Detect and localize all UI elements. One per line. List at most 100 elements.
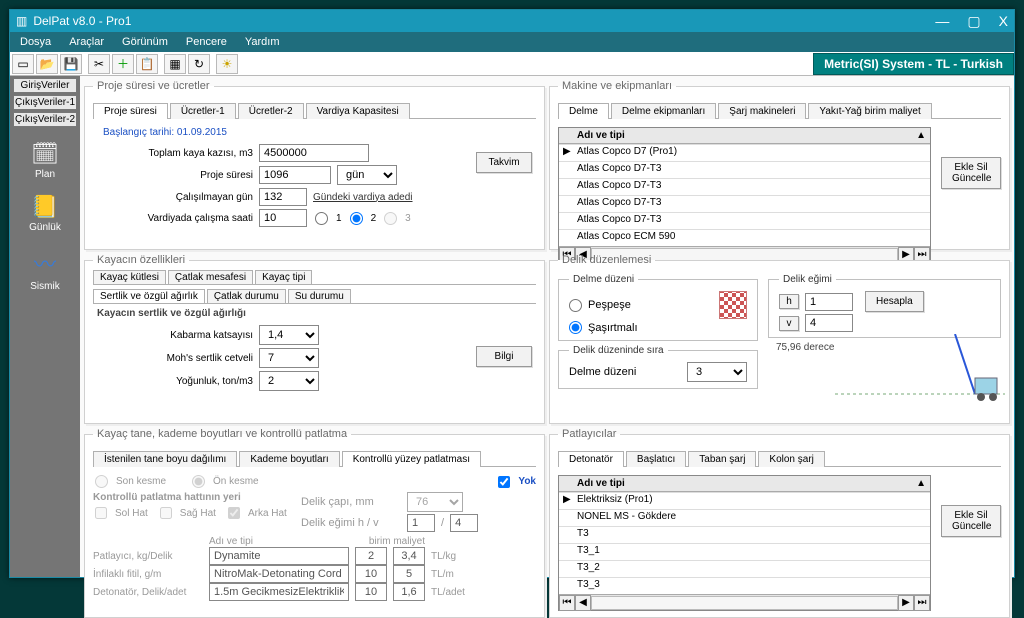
tab-kayac-tipi[interactable]: Kayaç tipi	[255, 270, 312, 284]
r3-name	[209, 583, 349, 601]
tb-new-icon[interactable]: ▭	[12, 54, 34, 74]
r2-a	[355, 565, 387, 583]
tab-proje-suresi[interactable]: Proje süresi	[93, 103, 168, 119]
ekle-sil-button[interactable]: Ekle Sil Güncelle	[941, 157, 1001, 189]
grid-row[interactable]: T3_2	[573, 561, 604, 577]
grid-row[interactable]: Atlas Copco D7-T3	[573, 162, 665, 178]
sidebar-item-sismik[interactable]: 〰 Sismik	[30, 247, 59, 292]
toplam-input[interactable]	[259, 144, 369, 162]
tb-table-icon[interactable]: ▦	[164, 54, 186, 74]
yok-checkbox[interactable]	[498, 476, 510, 488]
tab-kayac-kutlesi[interactable]: Kayaç kütlesi	[93, 270, 166, 284]
kabarma-select[interactable]: 1,4	[259, 325, 319, 345]
takvim-button[interactable]: Takvim	[476, 152, 532, 173]
v-button[interactable]: v	[779, 316, 799, 331]
machine-grid[interactable]: Adı ve tipi▲ ▶Atlas Copco D7 (Pro1) Atla…	[558, 127, 931, 263]
tab-catlak-durum[interactable]: Çatlak durumu	[207, 289, 286, 303]
sasirtmali-radio[interactable]	[569, 321, 582, 334]
delme-duzeni-select[interactable]: 3	[687, 362, 747, 382]
grid-row[interactable]: Atlas Copco D7-T3	[573, 213, 665, 229]
menu-araclar[interactable]: Araçlar	[69, 36, 104, 48]
vardiya-radio-2[interactable]	[350, 212, 363, 225]
start-date-label: Başlangıç tarihi: 01.09.2015	[103, 127, 536, 138]
sidebar-item-plan[interactable]: 🗓 Plan	[31, 141, 59, 180]
v-input[interactable]	[805, 314, 853, 332]
tab-kontrollu[interactable]: Kontrollü yüzey patlatması	[342, 451, 481, 467]
tb-save-icon[interactable]: 💾	[60, 54, 82, 74]
tab-baslatici[interactable]: Başlatıcı	[626, 451, 686, 467]
vardiya-label: Vardiyada çalışma saati	[123, 213, 253, 224]
grid2-next-icon[interactable]: ▶	[898, 595, 914, 611]
mohs-select[interactable]: 7	[259, 348, 319, 368]
tb-sun-icon[interactable]: ☀	[216, 54, 238, 74]
grid2-last-icon[interactable]: ⏭	[914, 595, 930, 611]
tb-paste-icon[interactable]: 📋	[136, 54, 158, 74]
tab-ucretler2[interactable]: Ücretler-2	[238, 103, 304, 119]
tab-kolon[interactable]: Kolon şarj	[758, 451, 824, 467]
tab-sertlik[interactable]: Sertlik ve özgül ağırlık	[93, 289, 205, 303]
tab-sarj-mak[interactable]: Şarj makineleri	[718, 103, 806, 119]
tab-yakit[interactable]: Yakıt-Yağ birim maliyet	[808, 103, 931, 119]
grid-row[interactable]: Atlas Copco ECM 590	[573, 230, 679, 246]
minimize-button[interactable]: —	[935, 13, 949, 30]
grid-row[interactable]: Atlas Copco D7-T3	[573, 179, 665, 195]
tab-catlak-mesafe[interactable]: Çatlak mesafesi	[168, 270, 253, 284]
hesapla-button[interactable]: Hesapla	[865, 291, 924, 312]
grid-row[interactable]: Atlas Copco D7-T3	[573, 196, 665, 212]
vardiya-input[interactable]	[259, 209, 307, 227]
vardiya-radio-1[interactable]	[315, 212, 328, 225]
titlebar: ▥ DelPat v8.0 - Pro1 — ▢ X	[10, 10, 1014, 32]
sure-unit-select[interactable]: gün	[337, 165, 397, 185]
menu-yardim[interactable]: Yardım	[245, 36, 280, 48]
ekle-sil-button-2[interactable]: Ekle Sil Güncelle	[941, 505, 1001, 537]
grid2-first-icon[interactable]: ⏮	[559, 595, 575, 611]
grid-row[interactable]: Elektriksiz (Pro1)	[573, 493, 657, 509]
panel-kayac-tane-title: Kayaç tane, kademe boyutları ve kontroll…	[93, 428, 351, 440]
close-button[interactable]: X	[999, 13, 1008, 30]
grid-row[interactable]: T3_1	[573, 544, 604, 560]
on-kesme-radio	[192, 475, 205, 488]
sidebar-item-gunluk[interactable]: 📒 Günlük	[29, 194, 61, 233]
saghat-check	[160, 507, 172, 519]
grid2-scroll[interactable]	[591, 596, 898, 610]
son-kesme-radio	[95, 475, 108, 488]
r1-b	[393, 547, 425, 565]
pespese-radio[interactable]	[569, 299, 582, 312]
grid-row[interactable]: Atlas Copco D7 (Pro1)	[573, 145, 681, 161]
tb-refresh-icon[interactable]: ↻	[188, 54, 210, 74]
bilgi-button[interactable]: Bilgi	[476, 346, 532, 367]
menu-gorunum[interactable]: Görünüm	[122, 36, 168, 48]
tab-detonator[interactable]: Detonatör	[558, 451, 624, 467]
tab-ucretler1[interactable]: Ücretler-1	[170, 103, 236, 119]
tab-taban[interactable]: Taban şarj	[688, 451, 756, 467]
tb-add-icon[interactable]: ＋	[112, 54, 134, 74]
grid-row[interactable]: T3_3	[573, 578, 604, 594]
maximize-button[interactable]: ▢	[967, 13, 980, 30]
sidebar-tab-cikis2[interactable]: ÇıkışVeriler-2	[13, 112, 77, 127]
yog-select[interactable]: 2	[259, 371, 319, 391]
panel-kayac-title: Kayacın özellikleri	[93, 254, 189, 266]
sidebar: GirişVeriler ÇıkışVeriler-1 ÇıkışVeriler…	[10, 76, 80, 577]
sidebar-tab-cikis1[interactable]: ÇıkışVeriler-1	[13, 95, 77, 110]
tb-cut-icon[interactable]: ✂	[88, 54, 110, 74]
tab-tane-boyu[interactable]: İstenilen tane boyu dağılımı	[93, 451, 237, 467]
grid2-prev-icon[interactable]: ◀	[575, 595, 591, 611]
menu-dosya[interactable]: Dosya	[20, 36, 51, 48]
tab-kademe[interactable]: Kademe boyutları	[239, 451, 339, 467]
grid-row[interactable]: T3	[573, 527, 593, 543]
tab-delme-ekip[interactable]: Delme ekipmanları	[611, 103, 716, 119]
explosive-grid[interactable]: Adı ve tipi▲ ▶Elektriksiz (Pro1) NONEL M…	[558, 475, 931, 611]
menu-pencere[interactable]: Pencere	[186, 36, 227, 48]
tab-vardiya-kap[interactable]: Vardiya Kapasitesi	[306, 103, 410, 119]
vardiya-link[interactable]: Gündeki vardiya adedi	[313, 192, 413, 203]
delik-sira-group: Delik düzeninde sıra Delme düzeni 3	[558, 345, 758, 389]
grid-row[interactable]: NONEL MS - Gökdere	[573, 510, 680, 526]
calisilmayan-input[interactable]	[259, 188, 307, 206]
tab-delme[interactable]: Delme	[558, 103, 609, 119]
h-input[interactable]	[805, 293, 853, 311]
tab-su-durumu[interactable]: Su durumu	[288, 289, 351, 303]
h-button[interactable]: h	[779, 294, 799, 309]
sure-input[interactable]	[259, 166, 331, 184]
tb-open-icon[interactable]: 📂	[36, 54, 58, 74]
sidebar-tab-giris[interactable]: GirişVeriler	[13, 78, 77, 93]
